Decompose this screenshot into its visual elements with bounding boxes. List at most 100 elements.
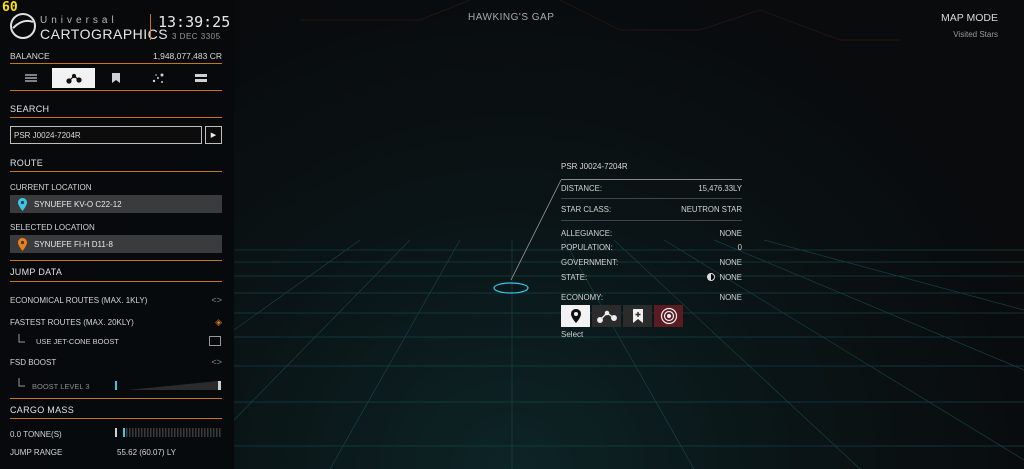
state-value-wrap: NONE bbox=[707, 273, 742, 282]
balance-value: 1,948,077,483 CR bbox=[153, 51, 222, 61]
divider bbox=[10, 418, 222, 419]
boost-level-label: BOOST LEVEL 3 bbox=[32, 382, 90, 391]
current-location-value: SYNUEFE KV-O C22-12 bbox=[34, 199, 122, 209]
info-actions bbox=[561, 305, 685, 327]
current-location-box[interactable]: SYNUEFE KV-O C22-12 bbox=[10, 195, 222, 213]
info-state-row: STATE: NONE bbox=[561, 273, 742, 282]
selected-location-value: SYNUEFE FI-H D11-8 bbox=[34, 239, 113, 249]
divider bbox=[10, 90, 222, 91]
list-icon bbox=[25, 74, 38, 82]
economical-routes-label: ECONOMICAL ROUTES (MAX. 1KLY) bbox=[10, 296, 148, 305]
divider bbox=[10, 63, 222, 64]
divider bbox=[561, 220, 742, 221]
fps-counter: 60 bbox=[2, 0, 18, 15]
economical-routes-option[interactable]: ECONOMICAL ROUTES (MAX. 1KLY) <> bbox=[10, 295, 222, 305]
cargo-mass-title: CARGO MASS bbox=[10, 405, 75, 415]
jump-data-title: JUMP DATA bbox=[10, 267, 63, 277]
storage-icon bbox=[194, 74, 207, 82]
stars-icon bbox=[153, 73, 164, 83]
header-divider bbox=[150, 14, 151, 40]
info-population-row: POPULATION: 0 bbox=[561, 243, 742, 252]
info-government-row: GOVERNMENT: NONE bbox=[561, 258, 742, 267]
view-system-button[interactable] bbox=[654, 305, 683, 327]
state-value: NONE bbox=[719, 273, 742, 282]
tab-stars[interactable] bbox=[137, 68, 179, 88]
distance-value: 15,476.33LY bbox=[698, 184, 742, 193]
tab-storage[interactable] bbox=[180, 68, 222, 88]
tab-route[interactable] bbox=[52, 68, 95, 88]
divider bbox=[10, 171, 222, 172]
divider bbox=[10, 117, 222, 118]
jump-range-label: JUMP RANGE bbox=[10, 448, 63, 457]
map-pin-icon bbox=[570, 309, 581, 323]
bookmark-button[interactable] bbox=[623, 305, 652, 327]
brand-top: Universal bbox=[40, 15, 118, 26]
boost-level-slider[interactable] bbox=[114, 380, 222, 390]
jump-range-value: 55.62 (60.07) LY bbox=[117, 448, 177, 457]
info-star-class-row: STAR CLASS: NEUTRON STAR bbox=[561, 205, 742, 214]
economical-toggle-arrows-icon[interactable]: <> bbox=[211, 295, 222, 305]
star-class-label: STAR CLASS: bbox=[561, 205, 612, 214]
cargo-mass-slider[interactable] bbox=[114, 427, 222, 437]
brand-main: CARTOGRAPHICS bbox=[40, 26, 169, 42]
divider bbox=[10, 281, 222, 282]
info-distance-row: DISTANCE: 15,476.33LY bbox=[561, 184, 742, 193]
search-title: SEARCH bbox=[10, 104, 50, 114]
divider bbox=[10, 398, 222, 399]
tab-bookmarks[interactable] bbox=[95, 68, 137, 88]
fsd-boost-option[interactable]: FSD BOOST <> bbox=[10, 357, 222, 367]
divider bbox=[10, 260, 222, 261]
fastest-routes-option[interactable]: FASTEST ROUTES (MAX. 20KLY) ◈ bbox=[10, 317, 222, 328]
bookmark-icon bbox=[112, 73, 121, 83]
star-class-value: NEUTRON STAR bbox=[681, 205, 742, 214]
economy-label: ECONOMY: bbox=[561, 293, 604, 302]
map-mode-filter[interactable]: Visited Stars bbox=[953, 30, 998, 39]
system-orbit-icon bbox=[660, 307, 677, 325]
map-mode-title[interactable]: MAP MODE bbox=[941, 12, 998, 24]
left-panel: Universal CARTOGRAPHICS 13:39:25 3 DEC 3… bbox=[0, 0, 234, 469]
allegiance-value: NONE bbox=[719, 229, 742, 238]
jump-range-row: JUMP RANGE 55.62 (60.07) LY bbox=[10, 448, 222, 457]
action-hint: Select bbox=[561, 330, 584, 339]
bookmark-add-icon bbox=[632, 309, 643, 323]
route-icon bbox=[596, 310, 617, 323]
divider bbox=[561, 198, 742, 199]
cartographics-logo-icon bbox=[10, 13, 36, 39]
fsd-boost-label: FSD BOOST bbox=[10, 358, 57, 367]
info-system-name: PSR J0024-7204R bbox=[561, 162, 628, 171]
tree-branch-icon bbox=[18, 334, 25, 343]
info-economy-row: ECONOMY: NONE bbox=[561, 293, 742, 302]
selected-location-box[interactable]: SYNUEFE FI-H D11-8 bbox=[10, 235, 222, 253]
government-label: GOVERNMENT: bbox=[561, 258, 619, 267]
population-label: POPULATION: bbox=[561, 243, 613, 252]
tab-list[interactable] bbox=[10, 68, 52, 88]
fastest-selected-icon[interactable]: ◈ bbox=[215, 317, 222, 328]
population-value: 0 bbox=[737, 243, 742, 252]
clock: 13:39:25 bbox=[158, 13, 231, 31]
economy-value: NONE bbox=[719, 293, 742, 302]
distance-label: DISTANCE: bbox=[561, 184, 603, 193]
select-target-button[interactable] bbox=[561, 305, 590, 327]
current-location-label: CURRENT LOCATION bbox=[10, 183, 92, 192]
search-input[interactable] bbox=[10, 126, 202, 144]
panel-tabs bbox=[10, 68, 222, 88]
allegiance-label: ALLEGIANCE: bbox=[561, 229, 613, 238]
balance-row: BALANCE 1,948,077,483 CR bbox=[10, 51, 222, 61]
info-allegiance-row: ALLEGIANCE: NONE bbox=[561, 229, 742, 238]
cargo-mass-value: 0.0 TONNE(S) bbox=[10, 430, 62, 439]
fsd-boost-arrows-icon[interactable]: <> bbox=[211, 357, 222, 367]
jet-cone-checkbox[interactable] bbox=[209, 336, 221, 346]
government-value: NONE bbox=[719, 258, 742, 267]
search-go-button[interactable]: ▶ bbox=[205, 126, 222, 144]
tree-branch-icon bbox=[18, 378, 25, 387]
state-half-circle-icon bbox=[707, 273, 716, 281]
date: 3 DEC 3305 bbox=[172, 32, 221, 41]
current-region-name: HAWKING'S GAP bbox=[468, 12, 555, 23]
plot-route-button[interactable] bbox=[592, 305, 621, 327]
location-pin-icon bbox=[17, 197, 27, 211]
balance-label: BALANCE bbox=[10, 51, 50, 61]
jet-cone-label: USE JET-CONE BOOST bbox=[36, 337, 119, 346]
selected-system-marker bbox=[493, 282, 529, 294]
state-label: STATE: bbox=[561, 273, 588, 282]
panel-header: Universal CARTOGRAPHICS 13:39:25 3 DEC 3… bbox=[0, 0, 234, 48]
